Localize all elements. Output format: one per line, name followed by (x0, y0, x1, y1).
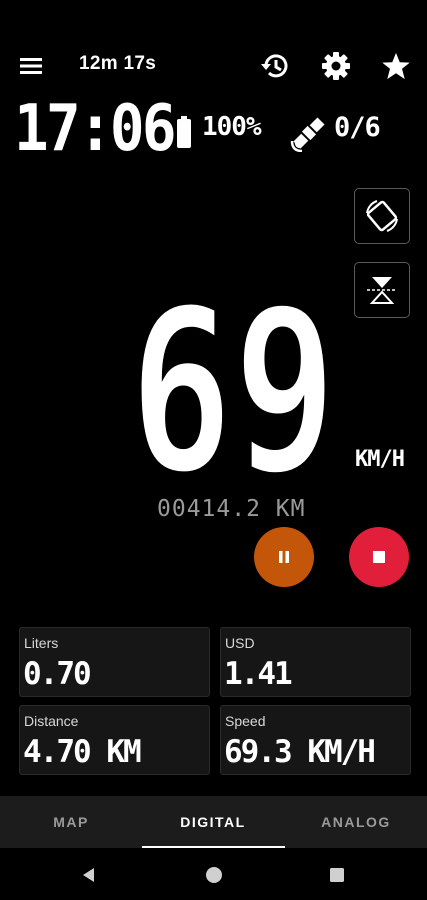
stop-button[interactable] (349, 527, 409, 587)
tab-bar: MAP DIGITAL ANALOG (0, 796, 427, 848)
tab-map[interactable]: MAP (0, 796, 142, 848)
speed-readout: 69 (127, 259, 339, 526)
tab-digital[interactable]: DIGITAL (142, 796, 284, 848)
pause-icon (279, 551, 289, 563)
battery-icon (176, 116, 192, 152)
mirror-icon (367, 277, 397, 304)
distance-card: Distance 4.70 KM (19, 705, 210, 775)
speed-value: 69 (129, 298, 337, 478)
usd-label: USD (225, 635, 255, 651)
satellite-icon (290, 114, 328, 156)
avg-speed-value: 69.3 KM/H (224, 734, 376, 770)
back-icon[interactable] (74, 860, 104, 890)
speed-card: Speed 69.3 KM/H (220, 705, 411, 775)
menu-icon[interactable] (12, 48, 50, 84)
history-icon[interactable] (256, 46, 296, 86)
usd-value: 1.41 (224, 656, 293, 692)
avg-speed-label: Speed (225, 713, 266, 729)
system-nav-bar (0, 848, 427, 900)
usd-card: USD 1.41 (220, 627, 411, 697)
distance-label: Distance (24, 713, 79, 729)
star-icon[interactable] (376, 46, 416, 86)
hud-mirror-button[interactable] (354, 262, 410, 318)
settings-icon[interactable] (316, 46, 356, 86)
top-toolbar (0, 40, 427, 92)
distance-value: 4.70 KM (23, 734, 142, 770)
tab-analog[interactable]: ANALOG (285, 796, 427, 848)
odometer: 00414.2 KM (157, 496, 306, 522)
liters-value: 0.70 (23, 656, 92, 692)
battery-level: 100% (202, 112, 262, 142)
recents-icon[interactable] (322, 860, 352, 890)
screen-rotation-icon (366, 200, 398, 232)
stop-icon (373, 551, 385, 563)
rotate-screen-button[interactable] (354, 188, 410, 244)
pause-button[interactable] (254, 527, 314, 587)
satellite-count: 0/6 (334, 112, 381, 143)
home-icon[interactable] (199, 860, 229, 890)
speed-unit: KM/H (355, 447, 405, 472)
liters-card: Liters 0.70 (19, 627, 210, 697)
liters-label: Liters (24, 635, 59, 651)
clock: 17:06 (14, 92, 177, 166)
elapsed-time: 12m 17s (79, 53, 157, 74)
